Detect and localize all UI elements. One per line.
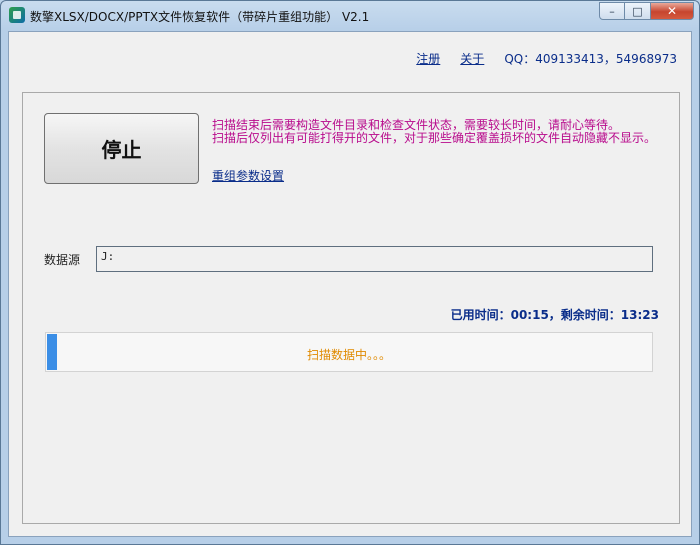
- title-bar[interactable]: 数擎XLSX/DOCX/PPTX文件恢复软件（带碎片重组功能） V2.1 – □…: [1, 1, 699, 31]
- caption-buttons: – □ ✕: [599, 2, 694, 21]
- app-icon: [9, 7, 25, 23]
- datasource-field[interactable]: J:: [96, 246, 653, 272]
- maximize-button[interactable]: □: [625, 2, 651, 20]
- maximize-icon: □: [632, 4, 643, 18]
- qq-contact: QQ：409133413，54968973: [504, 52, 677, 66]
- datasource-label: 数据源: [44, 253, 81, 267]
- time-info: 已用时间：00:15，剩余时间：13:23: [450, 308, 659, 322]
- top-links: 注册 关于 QQ：409133413，54968973: [416, 50, 677, 67]
- window-title: 数擎XLSX/DOCX/PPTX文件恢复软件（带碎片重组功能） V2.1: [30, 10, 370, 24]
- progress-status: 扫描数据中。。。: [306, 348, 391, 362]
- close-icon: ✕: [666, 4, 678, 18]
- close-button[interactable]: ✕: [651, 2, 694, 20]
- scan-progress-bar: 扫描数据中。。。: [45, 332, 653, 372]
- client-area: 注册 关于 QQ：409133413，54968973 停止 扫描结束后需要构造…: [8, 31, 692, 537]
- note-line: 扫描后仅列出有可能打得开的文件，对于那些确定覆盖损坏的文件自动隐藏不显示。: [212, 131, 657, 145]
- register-link[interactable]: 注册: [416, 50, 440, 67]
- main-group: 停止 扫描结束后需要构造文件目录和检查文件状态，需要较长时间，请耐心等待。 扫描…: [22, 92, 680, 524]
- reassembly-settings-link[interactable]: 重组参数设置: [212, 167, 284, 184]
- scan-notes: 扫描结束后需要构造文件目录和检查文件状态，需要较长时间，请耐心等待。 扫描后仅列…: [212, 119, 672, 145]
- app-window: 数擎XLSX/DOCX/PPTX文件恢复软件（带碎片重组功能） V2.1 – □…: [0, 0, 700, 545]
- stop-button[interactable]: 停止: [44, 113, 199, 184]
- minimize-button[interactable]: –: [599, 2, 625, 20]
- minimize-icon: –: [609, 4, 615, 18]
- about-link[interactable]: 关于: [460, 50, 484, 67]
